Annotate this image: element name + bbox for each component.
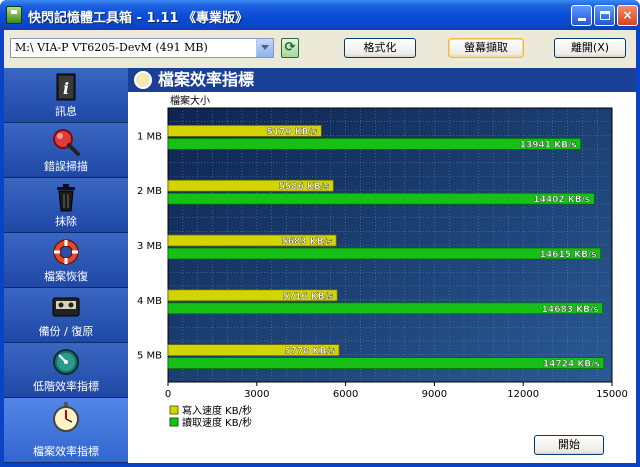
stopwatch-icon xyxy=(53,402,79,432)
x-tick-label: 15000 xyxy=(596,389,628,400)
sidebar-item-file-benchmark[interactable]: 檔案效率指標 xyxy=(4,398,128,463)
read-speed-label: 14402 KB/s xyxy=(533,195,590,205)
maximize-button[interactable] xyxy=(594,5,615,26)
maximize-icon xyxy=(599,11,610,20)
sidebar-item-label: 錯誤掃描 xyxy=(44,160,88,173)
x-tick-label: 9000 xyxy=(422,389,447,400)
legend-swatch xyxy=(169,405,179,415)
x-tick-label: 12000 xyxy=(507,389,539,400)
read-speed-bar xyxy=(167,247,602,260)
x-tick-label: 0 xyxy=(165,389,171,400)
drive-select[interactable]: M:\ VIA-P VT6205-DevM (491 MB) xyxy=(10,38,274,58)
app-icon xyxy=(6,6,22,24)
x-tick-label: 6000 xyxy=(333,389,358,400)
read-speed-bar xyxy=(167,302,604,315)
sidebar-item-erase[interactable]: 抹除 xyxy=(4,178,128,233)
category-label: 1 MB xyxy=(137,131,162,142)
sidebar-item-label: 訊息 xyxy=(55,105,77,118)
sidebar: i 訊息 錯誤掃描 抹除 檔案恢復 備份 / 復原 低階效率指標 檔案效率指標 xyxy=(4,68,128,463)
panel-header: 檔案效率指標 xyxy=(128,68,636,92)
write-speed-label: 5683 KB/s xyxy=(282,237,333,247)
legend-label: 讀取速度 KB/秒 xyxy=(182,416,252,429)
read-speed-label: 14615 KB/s xyxy=(540,250,597,260)
exit-button[interactable]: 離開(X) xyxy=(554,38,626,58)
sidebar-item-label: 抹除 xyxy=(55,215,77,228)
start-button[interactable]: 開始 xyxy=(534,435,604,455)
legend-swatch xyxy=(169,417,179,427)
write-speed-label: 5179 KB/s xyxy=(267,127,318,137)
stopwatch-icon xyxy=(134,71,152,89)
benchmark-chart: 檔案大小 1 MB 5179 KB/s 13941 KB/s 2 MB 5586 KB/s… xyxy=(137,94,628,429)
sidebar-item-file-recovery[interactable]: 檔案恢復 xyxy=(4,233,128,288)
cassette-icon xyxy=(52,297,80,317)
minimize-icon xyxy=(577,18,586,21)
sidebar-item-label: 檔案恢復 xyxy=(44,270,88,283)
chevron-down-icon[interactable] xyxy=(256,39,273,57)
app-window: 快閃記憶體工具箱 - 1.11 《專業版》 × M:\ VIA-P VT6205… xyxy=(0,0,640,467)
sidebar-item-label: 檔案效率指標 xyxy=(33,445,99,458)
trash-can-icon xyxy=(57,184,75,212)
life-ring-icon xyxy=(53,239,79,265)
close-icon: × xyxy=(622,8,633,22)
sidebar-item-label: 低階效率指標 xyxy=(33,380,99,393)
refresh-icon: ⟳ xyxy=(284,40,296,55)
format-button[interactable]: 格式化 xyxy=(344,38,416,58)
category-label: 3 MB xyxy=(137,241,162,252)
read-speed-label: 14724 KB/s xyxy=(543,360,600,370)
read-speed-bar xyxy=(167,192,595,205)
sidebar-item-error-scan[interactable]: 錯誤掃描 xyxy=(4,123,128,178)
info-book-icon: i xyxy=(56,73,76,101)
category-label: 4 MB xyxy=(137,296,162,307)
magnifier-icon xyxy=(53,129,80,156)
x-tick-label: 3000 xyxy=(244,389,269,400)
category-label: 5 MB xyxy=(137,351,162,362)
gauge-icon xyxy=(53,349,79,375)
minimize-button[interactable] xyxy=(571,5,592,26)
y-axis-label: 檔案大小 xyxy=(170,94,210,107)
category-label: 2 MB xyxy=(137,186,162,197)
sidebar-item-label: 備份 / 復原 xyxy=(38,325,94,338)
title-bar[interactable]: 快閃記憶體工具箱 - 1.11 《專業版》 × xyxy=(0,0,640,30)
read-speed-label: 13941 KB/s xyxy=(520,140,577,150)
sidebar-item-backup-restore[interactable]: 備份 / 復原 xyxy=(4,288,128,343)
read-speed-bar xyxy=(167,357,605,370)
panel-title: 檔案效率指標 xyxy=(158,70,255,89)
chart-area: 檔案大小 1 MB 5179 KB/s 13941 KB/s 2 MB 5586 KB/s… xyxy=(128,92,636,463)
client-area: M:\ VIA-P VT6205-DevM (491 MB) ⟳ 格式化 螢幕擷… xyxy=(4,30,636,463)
write-speed-label: 5716 KB/s xyxy=(283,292,334,302)
write-speed-label: 5778 KB/s xyxy=(284,347,335,357)
read-speed-label: 14683 KB/s xyxy=(542,305,599,315)
screen-capture-button[interactable]: 螢幕擷取 xyxy=(448,38,524,58)
close-button[interactable]: × xyxy=(617,5,638,26)
sidebar-item-low-level-benchmark[interactable]: 低階效率指標 xyxy=(4,343,128,398)
svg-text:i: i xyxy=(63,79,69,98)
legend-label: 寫入速度 KB/秒 xyxy=(182,404,252,417)
drive-select-value: M:\ VIA-P VT6205-DevM (491 MB) xyxy=(15,41,208,54)
refresh-button[interactable]: ⟳ xyxy=(281,38,299,58)
sidebar-item-info[interactable]: i 訊息 xyxy=(4,68,128,123)
window-title: 快閃記憶體工具箱 - 1.11 《專業版》 xyxy=(28,11,249,26)
write-speed-label: 5586 KB/s xyxy=(279,182,330,192)
